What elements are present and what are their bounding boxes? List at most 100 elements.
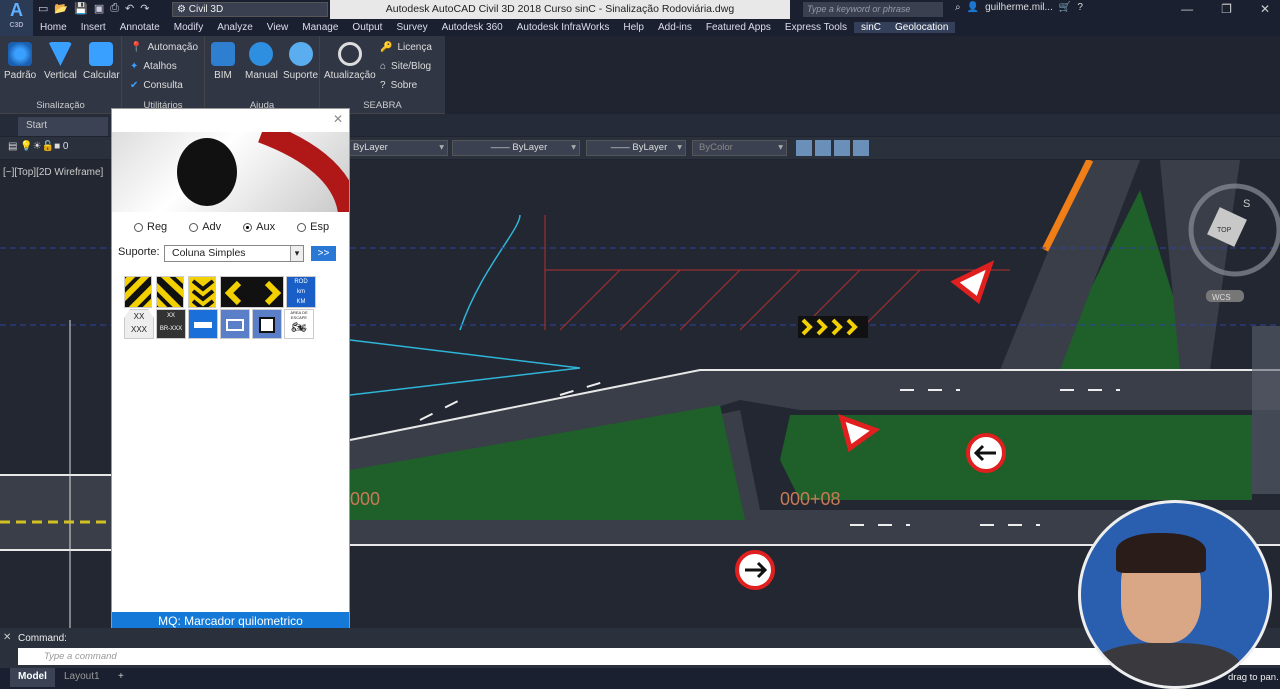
user-name[interactable]: guilherme.mil... — [985, 2, 1053, 13]
color-dropdown[interactable]: ByLayer — [346, 140, 448, 156]
hazard-marker-sign[interactable] — [156, 276, 184, 308]
go-button[interactable]: >> — [311, 246, 336, 261]
minimize-icon[interactable]: — — [1181, 2, 1193, 16]
hazard-marker-sign[interactable] — [124, 276, 152, 308]
route-shield-sign[interactable]: XX XXX — [124, 309, 154, 339]
tab-help[interactable]: Help — [616, 22, 651, 33]
close-icon[interactable]: ✕ — [333, 112, 343, 126]
sobre-item[interactable]: ? Sobre — [380, 80, 417, 91]
tool-icon[interactable] — [815, 140, 831, 156]
radio-reg[interactable]: Reg — [134, 221, 167, 233]
close-window-icon[interactable]: ✕ — [1260, 2, 1270, 16]
calcular-button[interactable]: Calcular — [83, 42, 120, 81]
save-as-icon[interactable]: ▣ — [94, 2, 104, 15]
atualizacao-button[interactable]: Atualização — [324, 42, 376, 81]
tab-output[interactable]: Output — [345, 22, 389, 33]
shield-top: XX — [133, 312, 145, 321]
consulta-item[interactable]: ✔ Consulta — [130, 80, 183, 91]
tab-model[interactable]: Model — [10, 668, 55, 687]
tab-modify[interactable]: Modify — [167, 22, 210, 33]
automacao-item[interactable]: 📍 Automação — [130, 42, 198, 53]
tab-analyze[interactable]: Analyze — [210, 22, 260, 33]
padrao-button[interactable]: Padrão — [4, 42, 36, 81]
viewcube-label: TOP — [1217, 227, 1232, 234]
sign-photo — [177, 132, 349, 212]
support-select[interactable]: Coluna Simples — [164, 245, 304, 262]
escape-area-sign[interactable]: ÁREA DE ESCAPE 🏍 — [284, 309, 314, 339]
ribbon-group-utilitarios: 📍 Automação ✦ Atalhos ✔ Consulta Utilitário… — [122, 36, 205, 114]
redo-icon[interactable]: ↷ — [140, 2, 149, 15]
undo-icon[interactable]: ↶ — [125, 2, 134, 15]
help-icon[interactable]: ? — [1077, 2, 1083, 13]
tool-icon[interactable] — [796, 140, 812, 156]
km-mid: km — [297, 289, 305, 295]
tab-geolocation[interactable]: Geolocation — [888, 22, 956, 33]
tab-home[interactable]: Home — [33, 22, 74, 33]
bus-icon — [259, 317, 275, 333]
licenca-item[interactable]: 🔑 Licença — [380, 42, 432, 53]
lineweight-dropdown[interactable]: —— ByLayer — [586, 140, 686, 156]
chat-icon — [288, 42, 313, 66]
sinalizacao-palette: ✕ Reg Adv Aux Esp Suporte: Coluna Simple… — [111, 108, 350, 645]
tool-icon[interactable] — [834, 140, 850, 156]
binoculars-icon[interactable]: ⌕ — [955, 2, 961, 13]
radio-aux[interactable]: Aux — [243, 221, 275, 233]
chevron-down-sign[interactable] — [188, 276, 216, 308]
tab-insert[interactable]: Insert — [74, 22, 113, 33]
suporte-button[interactable]: Suporte — [283, 42, 318, 81]
bus-sign[interactable] — [252, 309, 282, 339]
maximize-icon[interactable]: ❐ — [1221, 2, 1232, 16]
navigation-bar[interactable] — [1252, 326, 1280, 494]
key-icon: 🔑 — [380, 42, 393, 53]
atalhos-item[interactable]: ✦ Atalhos — [130, 61, 177, 72]
workspace-selector[interactable]: ⚙ Civil 3D — [172, 2, 328, 17]
manual-button[interactable]: Manual — [245, 42, 278, 81]
hotel-sign[interactable] — [220, 309, 250, 339]
tab-annotate[interactable]: Annotate — [113, 22, 167, 33]
help-icon[interactable] — [853, 140, 869, 156]
layer-control[interactable]: ▤ 💡☀🔓■ 0 — [8, 141, 68, 152]
user-area[interactable]: ⌕ 👤 guilherme.mil... 🛒? — [955, 2, 1083, 13]
plotstyle-dropdown[interactable]: ByColor — [692, 140, 787, 156]
chevron-left-right-sign[interactable] — [220, 276, 284, 308]
tab-manage[interactable]: Manage — [295, 22, 345, 33]
new-icon[interactable]: ▭ — [38, 2, 48, 15]
tab-add-ins[interactable]: Add-ins — [651, 22, 699, 33]
km-marker-sign[interactable]: ROD km KM — [286, 276, 316, 308]
site-blog-label: Site/Blog — [391, 61, 432, 72]
motorcycle-icon: 🏍 — [291, 320, 307, 334]
shield-top: XX — [166, 313, 175, 319]
radio-dot — [189, 222, 199, 232]
add-layout-icon[interactable]: + — [110, 668, 132, 687]
tab-start[interactable]: Start — [18, 117, 108, 136]
radio-adv[interactable]: Adv — [189, 221, 221, 233]
tab-survey[interactable]: Survey — [389, 22, 434, 33]
vertical-button[interactable]: Vertical — [44, 42, 77, 81]
ribbon-group-ajuda: BIM Manual Suporte Ajuda — [205, 36, 320, 114]
tab-view[interactable]: View — [260, 22, 296, 33]
tab-autodesk-360[interactable]: Autodesk 360 — [435, 22, 510, 33]
bim-button[interactable]: BIM — [211, 42, 235, 81]
tab-sinc[interactable]: sinC — [854, 22, 889, 33]
save-icon[interactable]: 💾 — [74, 2, 88, 15]
ribbon-panel: Padrão Vertical Calcular Sinalização 📍 Au… — [0, 36, 445, 114]
tab-featured-apps[interactable]: Featured Apps — [699, 22, 778, 33]
open-icon[interactable]: 📂 — [54, 2, 68, 15]
application-menu-button[interactable]: A C3D — [0, 0, 33, 36]
bus-stop-sign[interactable] — [188, 309, 218, 339]
cart-icon[interactable]: 🛒 — [1059, 2, 1071, 13]
br-shield-sign[interactable]: XX BR-XXX — [156, 309, 186, 339]
viewport-controls[interactable]: [−][Top][2D Wireframe] — [3, 167, 103, 178]
site-blog-item[interactable]: ⌂ Site/Blog — [380, 61, 431, 72]
search-input[interactable]: Type a keyword or phrase — [803, 2, 943, 17]
linetype-dropdown[interactable]: —— ByLayer — [452, 140, 580, 156]
tab-layout1[interactable]: Layout1 — [56, 668, 108, 687]
radio-esp[interactable]: Esp — [297, 221, 329, 233]
command-close-icon[interactable]: ✕ — [3, 632, 11, 643]
calcular-label: Calcular — [83, 70, 120, 81]
alignment-curve — [459, 214, 521, 331]
print-icon[interactable]: ⎙ — [110, 2, 119, 15]
tab-autodesk-infraworks[interactable]: Autodesk InfraWorks — [510, 22, 617, 33]
sinalizacao-group-label: Sinalização — [36, 100, 85, 111]
tab-express-tools[interactable]: Express Tools — [778, 22, 854, 33]
